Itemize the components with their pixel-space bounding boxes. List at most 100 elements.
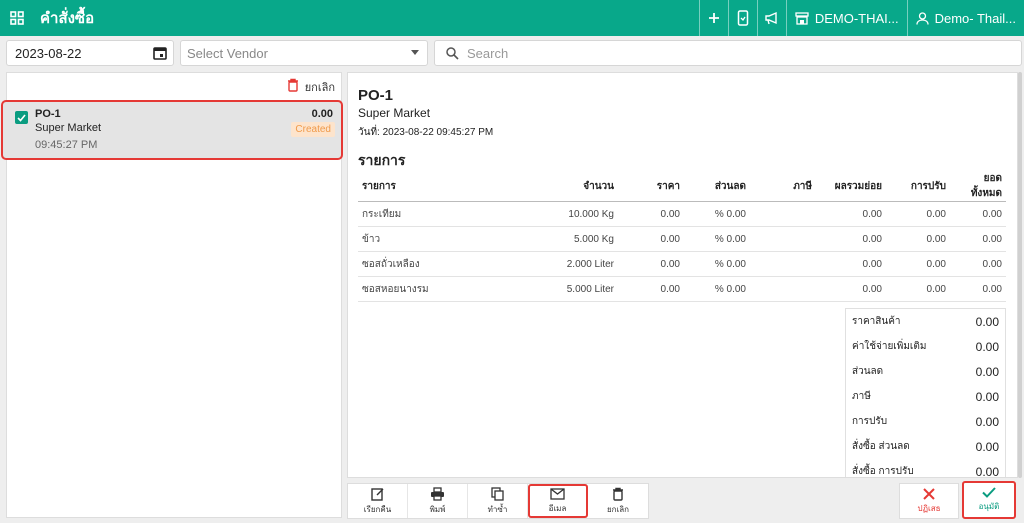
table-row[interactable]: ซอสหอยนางรม 5.000 Liter 0.00 % 0.00 0.00… <box>358 276 1006 302</box>
search-icon <box>445 46 459 63</box>
email-label: อีเมล <box>548 503 567 513</box>
table-cell: 2.000 Liter <box>468 251 618 277</box>
summary-row: สั่งซื้อ ส่วนลด 0.00 <box>846 434 1005 459</box>
checkbox[interactable] <box>15 111 28 124</box>
duplicate-button[interactable]: ทำซ้ำ <box>468 484 528 518</box>
summary-label: การปรับ <box>852 416 888 427</box>
items-section-title: รายการ <box>358 152 406 168</box>
summary-row: ภาษี 0.00 <box>846 384 1005 409</box>
table-cell: 0.00 <box>816 276 886 302</box>
mail-icon <box>550 487 565 500</box>
table-cell: ซอสถั่วเหลือง <box>358 251 468 277</box>
cancel-order-label: ยกเลิก <box>606 504 629 514</box>
trash-icon[interactable] <box>287 78 299 95</box>
status-badge: Created <box>291 122 335 137</box>
announcement-button[interactable] <box>756 0 786 36</box>
table-row[interactable]: ข้าว 5.000 Kg 0.00 % 0.00 0.00 0.00 0.00 <box>358 226 1006 252</box>
column-header: ยอดทั้งหมด <box>950 171 1006 202</box>
table-cell: 0.00 <box>816 201 886 227</box>
list-item[interactable]: PO-1 Super Market 09:45:27 PM 0.00 Creat… <box>1 100 343 160</box>
table-cell: 5.000 Kg <box>468 226 618 252</box>
table-cell: 0.00 <box>950 226 1006 252</box>
calendar-icon[interactable] <box>153 46 167 63</box>
summary-box: ราคาสินค้า 0.00 ค่าใช้จ่ายเพิ่มเติม 0.00 ส… <box>845 308 1006 477</box>
table-row[interactable]: กระเทียม 10.000 Kg 0.00 % 0.00 0.00 0.00… <box>358 201 1006 227</box>
top-bar: คำสั่งซื้อ DEMO-THAI... Demo- Thail... <box>0 0 1024 36</box>
table-cell <box>750 226 816 252</box>
table-cell <box>750 201 816 227</box>
summary-label: สั่งซื้อ ส่วนลด <box>852 441 910 452</box>
summary-value: 0.00 <box>975 314 999 329</box>
apps-grid-icon[interactable] <box>2 0 32 36</box>
date-field[interactable]: 2023-08-22 <box>6 40 174 66</box>
duplicate-label: ทำซ้ำ <box>487 504 508 514</box>
table-cell: ซอสหอยนางรม <box>358 276 468 302</box>
print-button[interactable]: พิมพ์ <box>408 484 468 518</box>
summary-label: ราคาสินค้า <box>852 316 901 327</box>
table-cell <box>750 251 816 277</box>
scrollbar[interactable] <box>1018 72 1022 478</box>
list-header: ยกเลิก <box>7 73 341 101</box>
chevron-down-icon <box>411 50 419 55</box>
table-cell: 0.00 <box>886 251 950 277</box>
table-row[interactable]: ซอสถั่วเหลือง 2.000 Liter 0.00 % 0.00 0.… <box>358 251 1006 277</box>
po-vendor-name: Super Market <box>358 106 431 120</box>
recall-label: เรียกคืน <box>363 504 392 514</box>
summary-row: ราคาสินค้า 0.00 <box>846 309 1005 334</box>
summary-label: ค่าใช้จ่ายเพิ่มเติม <box>852 341 927 352</box>
user-name: Demo- Thail... <box>934 10 1016 26</box>
email-button[interactable]: อีเมล <box>528 484 588 518</box>
action-toolbar: เรียกคืน พิมพ์ ทำซ้ำ อีเมล ยกเลิก <box>347 483 649 519</box>
table-cell: 0.00 <box>886 201 950 227</box>
recall-button[interactable]: เรียกคืน <box>348 484 408 518</box>
search-input[interactable]: Search <box>434 40 1022 66</box>
summary-row: ส่วนลด 0.00 <box>846 359 1005 384</box>
search-placeholder: Search <box>467 45 509 61</box>
po-title: PO-1 <box>358 87 394 104</box>
summary-row: ค่าใช้จ่ายเพิ่มเติม 0.00 <box>846 334 1005 359</box>
table-cell: 0.00 <box>816 226 886 252</box>
store-selector[interactable]: DEMO-THAI... <box>785 0 907 36</box>
summary-label: ภาษี <box>852 391 871 402</box>
summary-value: 0.00 <box>975 439 999 454</box>
items-table: รายการ จำนวน ราคา ส่วนลด ภาษี ผลรวมย่อย … <box>358 171 1006 302</box>
table-cell: 0.00 <box>618 201 684 227</box>
cancel-label[interactable]: ยกเลิก <box>305 78 335 96</box>
column-header: การปรับ <box>886 171 950 202</box>
summary-value: 0.00 <box>975 364 999 379</box>
copy-icon <box>491 486 504 501</box>
store-icon <box>795 11 809 25</box>
summary-row: การปรับ 0.00 <box>846 409 1005 434</box>
table-cell: ข้าว <box>358 226 468 252</box>
column-header: จำนวน <box>468 171 618 202</box>
megaphone-icon <box>765 11 777 25</box>
table-cell: 5.000 Liter <box>468 276 618 302</box>
reject-label: ปฏิเสธ <box>917 503 941 513</box>
date-value: 2023-08-22 <box>15 45 82 61</box>
po-list-panel: ยกเลิก PO-1 Super Market 09:45:27 PM 0.0… <box>1 72 343 518</box>
table-cell: 0.00 <box>816 251 886 277</box>
po-date: วันที่: 2023-08-22 09:45:27 PM <box>358 127 494 138</box>
po-vendor: Super Market <box>35 122 102 134</box>
table-cell: % 0.00 <box>684 276 750 302</box>
edit-icon <box>370 487 383 501</box>
table-cell: % 0.00 <box>684 226 750 252</box>
vendor-select[interactable]: Select Vendor <box>180 40 428 66</box>
user-menu[interactable]: Demo- Thail... <box>906 0 1024 36</box>
cancel-order-button[interactable]: ยกเลิก <box>588 484 648 518</box>
summary-value: 0.00 <box>975 414 999 429</box>
table-cell: 0.00 <box>618 276 684 302</box>
reject-button[interactable]: ปฏิเสธ <box>899 483 959 519</box>
table-cell: 10.000 Kg <box>468 201 618 227</box>
po-detail-panel: PO-1 Super Market วันที่: 2023-08-22 09:… <box>347 72 1018 478</box>
table-cell <box>750 276 816 302</box>
add-button[interactable] <box>698 0 728 36</box>
device-button[interactable] <box>727 0 757 36</box>
table-cell: 0.00 <box>950 251 1006 277</box>
page-title: คำสั่งซื้อ <box>40 10 95 27</box>
column-header: ราคา <box>618 171 684 202</box>
table-cell: 0.00 <box>950 276 1006 302</box>
approve-button[interactable]: อนุมัติ <box>962 481 1016 519</box>
table-cell: 0.00 <box>950 201 1006 227</box>
summary-label: สั่งซื้อ การปรับ <box>852 466 914 477</box>
